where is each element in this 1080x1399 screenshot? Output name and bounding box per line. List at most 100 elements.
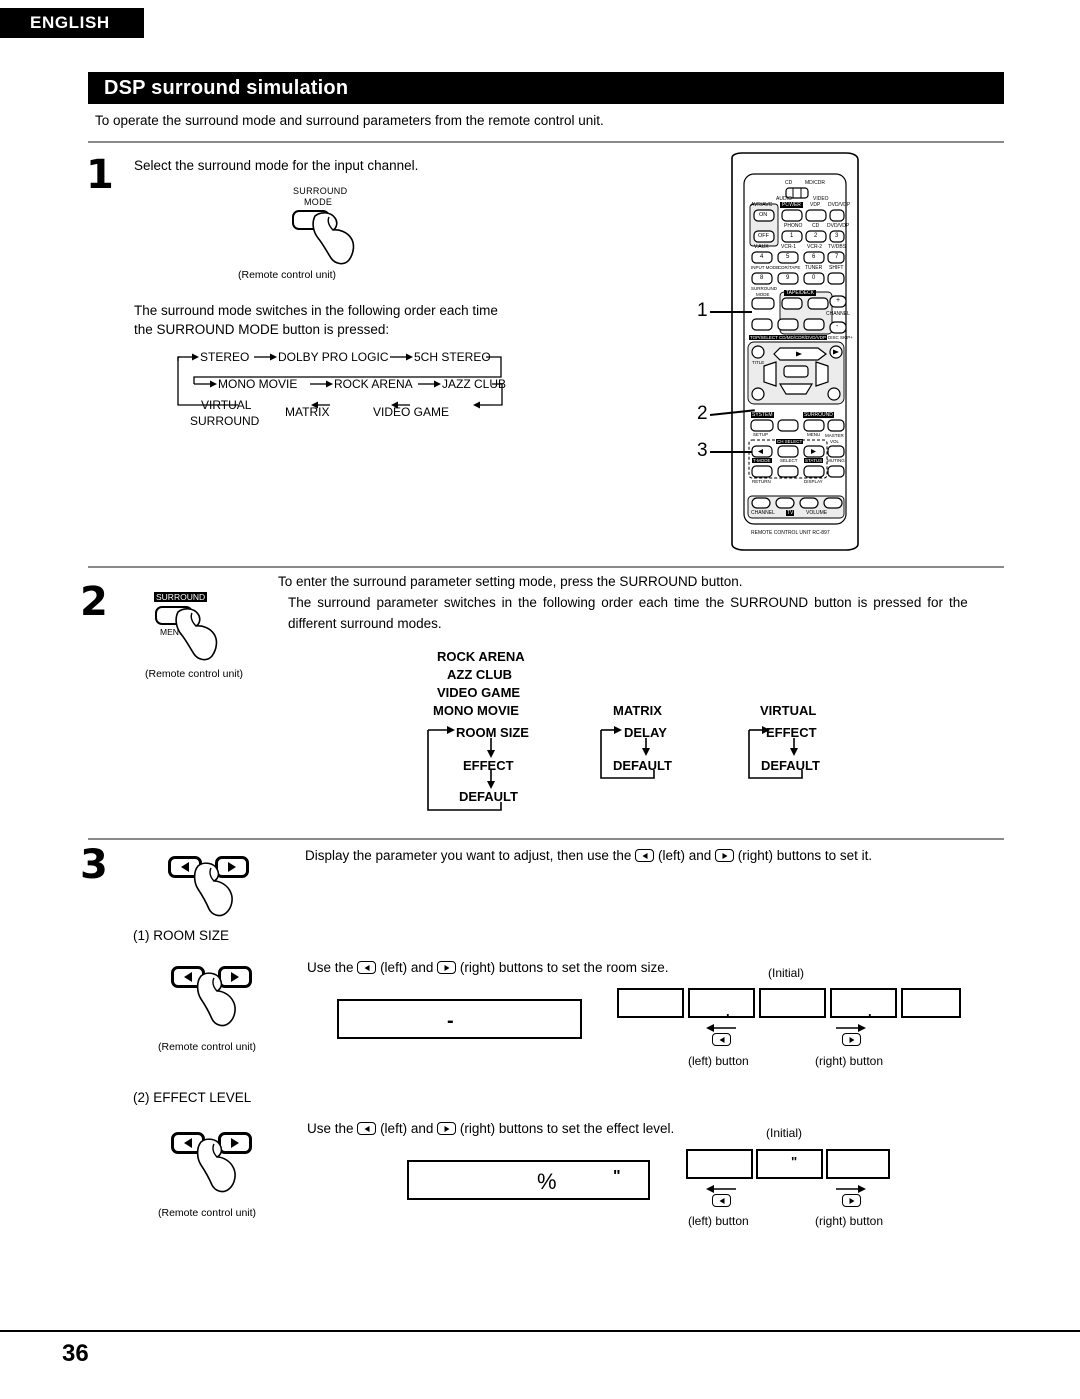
substep-1-label: (1) ROOM SIZE bbox=[133, 928, 230, 943]
remote-label-on: ON bbox=[759, 212, 768, 218]
room-size-display-value: - bbox=[447, 1010, 454, 1032]
remote-callout-3-line bbox=[710, 451, 752, 453]
remote-label-system: SYSTEM bbox=[751, 412, 774, 418]
remote-label-muting: MUTING bbox=[827, 458, 845, 463]
remote-key-2: 2 bbox=[814, 233, 818, 239]
remote-key-6: 6 bbox=[812, 254, 816, 260]
remote-label-bottom-volume: VOLUME bbox=[806, 510, 828, 516]
step-1-body-line1: The surround mode switches in the follow… bbox=[134, 303, 498, 318]
effect-level-display-panel: % " bbox=[407, 1160, 650, 1200]
remote-label-vcr1: VCR-1 bbox=[781, 244, 797, 250]
room-size-initial-label: (Initial) bbox=[768, 966, 805, 980]
remote-callout-1: 1 bbox=[697, 300, 708, 321]
room-size-right-button-key-icon bbox=[842, 1033, 861, 1046]
effect-level-segment-1-value: " bbox=[791, 1154, 798, 1169]
room-size-display-panel: - bbox=[337, 999, 582, 1039]
room-size-segment-3-value: . bbox=[868, 1004, 872, 1019]
remote-label-master-vol-l2: VOL bbox=[830, 439, 840, 444]
remote-callout-1-line bbox=[710, 311, 752, 313]
cycle-label-mono-movie: MONO MOVIE bbox=[218, 377, 298, 391]
pointing-hand-icon-3 bbox=[193, 862, 233, 917]
remote-key-3: 3 bbox=[835, 233, 839, 239]
step-3-instruction-right: (right) buttons to set it. bbox=[737, 848, 873, 863]
remote-label-shift: SHIFT bbox=[829, 265, 844, 271]
remote-label-channel-plus: + bbox=[836, 297, 841, 304]
divider-top bbox=[88, 141, 1004, 143]
effect-level-right-button-label: (right) button bbox=[815, 1214, 884, 1228]
remote-label-cd: CD bbox=[785, 180, 793, 186]
room-size-segment-0 bbox=[617, 988, 684, 1018]
param-mode-mono-movie: MONO MOVIE bbox=[433, 703, 519, 718]
step-3-number: 3 bbox=[80, 842, 108, 888]
effect-level-segment-2 bbox=[826, 1149, 890, 1179]
room-size-use-a: Use the bbox=[307, 960, 354, 975]
remote-key-1: 1 bbox=[790, 233, 794, 239]
pointing-hand-icon-5 bbox=[196, 1138, 236, 1193]
remote-label-dvd-vdp-top: DVD/VDP bbox=[828, 202, 851, 208]
remote-label-cd-btn: CD bbox=[812, 223, 820, 229]
remote-model-text: REMOTE CONTROL UNIT RC-897 bbox=[751, 530, 830, 536]
remote-label-ch-select: CH SELECT bbox=[776, 439, 804, 444]
pointing-hand-icon bbox=[312, 212, 355, 265]
room-size-arrow-keys-illustration: (Remote control unit) bbox=[158, 962, 273, 1053]
surround-mode-key-label-line2: MODE bbox=[304, 197, 333, 207]
param-flow-arrows-group-c bbox=[748, 726, 803, 779]
remote-callout-3: 3 bbox=[697, 440, 708, 461]
remote-label-channel-minus: - bbox=[836, 323, 839, 330]
remote-label-phono: PHONO bbox=[784, 223, 803, 229]
remote-key-5: 5 bbox=[786, 254, 790, 260]
step-2-remote-caption: (Remote control unit) bbox=[145, 668, 244, 680]
page-number: 36 bbox=[62, 1340, 89, 1367]
cycle-label-virtual-line2: SURROUND bbox=[190, 414, 260, 428]
remote-label-tv: TV bbox=[787, 202, 794, 208]
remote-label-surround: SURROUND bbox=[803, 412, 834, 418]
effect-level-segment-0 bbox=[686, 1149, 753, 1179]
remote-label-menu: MENU bbox=[807, 432, 821, 437]
remote-label-select: SELECT bbox=[780, 458, 798, 463]
room-size-use-left: (left) and bbox=[380, 960, 434, 975]
step-3-instruction-a: Display the parameter you want to adjust… bbox=[305, 848, 632, 863]
step-1-body-line2: the SURROUND MODE button is pressed: bbox=[134, 322, 390, 337]
remote-label-cdr-tape: CDR/TAPE bbox=[778, 265, 801, 270]
cycle-label-video-game: VIDEO GAME bbox=[373, 405, 450, 419]
remote-label-vcr2: VCR-2 bbox=[807, 244, 823, 250]
remote-callout-2: 2 bbox=[697, 403, 708, 424]
step3-arrow-keys-illustration bbox=[160, 852, 270, 922]
inline-right-key-icon bbox=[715, 849, 735, 862]
step-2-body-line1: To enter the surround parameter setting … bbox=[278, 574, 743, 589]
effect-level-left-button-label: (left) button bbox=[688, 1214, 749, 1228]
effect-level-inline-left-key-icon bbox=[357, 1122, 377, 1135]
remote-key-8: 8 bbox=[760, 275, 764, 281]
pointing-hand-icon-4 bbox=[196, 972, 236, 1027]
remote-label-bottom-tv: TV bbox=[786, 510, 795, 516]
surround-mode-key-illustration: SURROUND MODE (Remote control unit) bbox=[238, 186, 383, 281]
remote-key-4: 4 bbox=[760, 254, 764, 260]
room-size-left-button-label: (left) button bbox=[688, 1054, 749, 1068]
remote-label-off: OFF bbox=[758, 233, 769, 239]
param-mode-azz-club: AZZ CLUB bbox=[447, 667, 512, 682]
footer-divider bbox=[0, 1330, 1080, 1332]
remote-label-master-vol-l1: MASTER bbox=[825, 433, 844, 438]
inline-left-key-icon bbox=[635, 849, 655, 862]
room-size-inline-left-key-icon bbox=[357, 961, 377, 974]
step-3-instruction-left: (left) and bbox=[657, 848, 712, 863]
page-title: DSP surround simulation bbox=[88, 72, 1004, 104]
remote-key-0: 0 bbox=[812, 275, 816, 281]
remote-label-title: TITLE bbox=[752, 360, 765, 365]
cycle-label-rock-arena: ROCK ARENA bbox=[334, 377, 413, 391]
param-flow-arrows-group-b bbox=[600, 726, 655, 779]
divider-step2 bbox=[88, 566, 1004, 568]
remote-label-return: RETURN bbox=[752, 479, 771, 484]
remote-label-dvd-vdp: DVD/VDP bbox=[827, 223, 850, 229]
remote-label-setup: SETUP bbox=[753, 432, 769, 437]
effect-level-remote-caption: (Remote control unit) bbox=[158, 1207, 257, 1219]
param-flow-arrows-group-a bbox=[427, 726, 502, 811]
room-size-inline-right-key-icon bbox=[437, 961, 457, 974]
remote-label-status: STATUS bbox=[804, 458, 824, 463]
effect-level-display-mark: " bbox=[613, 1168, 621, 1185]
remote-label-avr-avc: AVR/AVC bbox=[751, 202, 773, 208]
step-1-instruction: Select the surround mode for the input c… bbox=[134, 158, 419, 173]
effect-level-display-percent: % bbox=[537, 1169, 557, 1194]
remote-label-tuner: TUNER bbox=[805, 265, 823, 271]
remote-label-surround-mode-l1: SURROUND bbox=[751, 286, 778, 291]
